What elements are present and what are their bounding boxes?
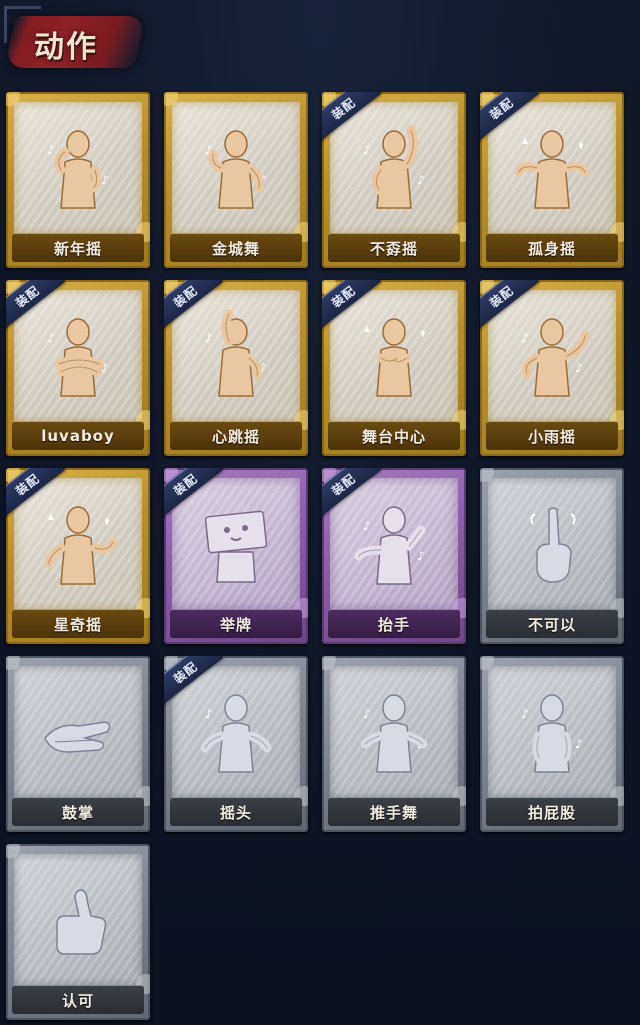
thumbs-up-icon <box>35 866 121 970</box>
emote-card[interactable]: ♪ ♪ 金城舞 <box>164 92 308 268</box>
emote-card[interactable]: 鼓掌 <box>6 656 150 832</box>
figure-dance-icon: ♪ ♪ <box>193 114 279 218</box>
emote-card[interactable]: ♪ ♪ luvaboy 装配 <box>6 280 150 456</box>
svg-text:♪: ♪ <box>521 707 529 721</box>
svg-text:♪: ♪ <box>363 519 371 533</box>
card-label-bar: 鼓掌 <box>12 797 144 826</box>
card-label-bar: 金城舞 <box>170 233 302 262</box>
card-label-bar: 举牌 <box>170 609 302 638</box>
emote-card[interactable]: ♪ ♪ 拍屁股 <box>480 656 624 832</box>
figure-hold-sign-icon <box>193 490 279 594</box>
emote-name: 新年摇 <box>53 239 102 258</box>
emote-name: luvaboy <box>41 427 115 445</box>
clapping-hands-icon <box>35 678 121 782</box>
emote-name: 舞台中心 <box>361 427 426 446</box>
svg-text:♪: ♪ <box>575 737 583 751</box>
card-label-bar: 推手舞 <box>328 797 460 826</box>
svg-text:♪: ♪ <box>417 549 425 563</box>
svg-text:♪: ♪ <box>205 331 213 345</box>
figure-reach-icon: ♪ ♪ <box>351 490 437 594</box>
card-label-bar: 摇头 <box>170 797 302 826</box>
svg-text:♪: ♪ <box>363 143 371 157</box>
figure-wave-icon: ♪ ♪ <box>35 114 121 218</box>
card-label-bar: luvaboy <box>12 421 144 450</box>
figure-cross-arms-icon: ♪ ♪ <box>35 302 121 406</box>
figure-sway-icon: ♪ ♪ <box>509 302 595 406</box>
figure-push-hands-icon: ♪ ♪ <box>351 678 437 782</box>
emote-name: 心跳摇 <box>211 427 260 446</box>
emote-name: 不可以 <box>527 615 576 634</box>
svg-text:♪: ♪ <box>101 173 109 187</box>
svg-text:♪: ♪ <box>417 173 425 187</box>
figure-shake-head-icon: ♪ ♪ <box>193 678 279 782</box>
emote-name: 举牌 <box>219 615 252 634</box>
emote-name: 星奇摇 <box>53 615 102 634</box>
emote-name: 鼓掌 <box>61 803 94 822</box>
card-label-bar: 不孬摇 <box>328 233 460 262</box>
card-label-bar: 不可以 <box>486 609 618 638</box>
emote-name: 金城舞 <box>211 239 260 258</box>
emote-name: 抬手 <box>377 615 410 634</box>
card-label-bar: 抬手 <box>328 609 460 638</box>
card-label-bar: 新年摇 <box>12 233 144 262</box>
emote-card[interactable]: ♪ ♪ 不孬摇 装配 <box>322 92 466 268</box>
emote-name: 摇头 <box>219 803 252 822</box>
card-label-bar: 星奇摇 <box>12 609 144 638</box>
page-title: 动作 <box>34 30 98 65</box>
figure-point-up-icon: ♪ ♪ <box>351 114 437 218</box>
card-label-bar: 心跳摇 <box>170 421 302 450</box>
figure-arms-out-icon <box>509 114 595 218</box>
finger-wag-icon <box>509 490 595 594</box>
emote-name: 孤身摇 <box>527 239 576 258</box>
emote-card[interactable]: 举牌 装配 <box>164 468 308 644</box>
emote-card[interactable]: 星奇摇 装配 <box>6 468 150 644</box>
card-label-bar: 孤身摇 <box>486 233 618 262</box>
emote-name: 推手舞 <box>369 803 418 822</box>
svg-text:♪: ♪ <box>575 361 583 375</box>
card-label-bar: 拍屁股 <box>486 797 618 826</box>
card-label-bar: 小雨摇 <box>486 421 618 450</box>
section-header: 动作 <box>4 6 164 80</box>
emote-card[interactable]: ♪ ♪ 新年摇 <box>6 92 150 268</box>
emote-card[interactable]: ♪ ♪ 心跳摇 装配 <box>164 280 308 456</box>
emote-card[interactable]: ♪ ♪ 摇头 装配 <box>164 656 308 832</box>
figure-slap-icon: ♪ ♪ <box>509 678 595 782</box>
emote-card[interactable]: ♪ ♪ 推手舞 <box>322 656 466 832</box>
emote-card[interactable]: ♪ ♪ 小雨摇 装配 <box>480 280 624 456</box>
figure-star-icon <box>35 490 121 594</box>
emote-page: 动作 ♪ ♪ 新年摇 ♪ ♪ 金城舞 ♪ ♪ 不孬摇 装配 孤身摇 装配 ♪ ♪ luvab… <box>0 0 640 1025</box>
emote-name: 不孬摇 <box>369 239 418 258</box>
emote-card[interactable]: 孤身摇 装配 <box>480 92 624 268</box>
svg-text:♪: ♪ <box>47 143 55 157</box>
emote-name: 小雨摇 <box>527 427 576 446</box>
svg-text:♪: ♪ <box>47 331 55 345</box>
figure-hands-chest-icon <box>351 302 437 406</box>
card-label-bar: 舞台中心 <box>328 421 460 450</box>
emote-name: 认可 <box>61 991 94 1010</box>
emote-name: 拍屁股 <box>527 803 576 822</box>
card-label-bar: 认可 <box>12 985 144 1014</box>
svg-text:♪: ♪ <box>363 707 371 721</box>
emote-card[interactable]: 舞台中心 装配 <box>322 280 466 456</box>
svg-text:♪: ♪ <box>521 331 529 345</box>
svg-text:♪: ♪ <box>205 707 213 721</box>
emote-card[interactable]: 认可 <box>6 844 150 1020</box>
emote-card[interactable]: 不可以 <box>480 468 624 644</box>
figure-raise-hand-icon: ♪ ♪ <box>193 302 279 406</box>
emote-card[interactable]: ♪ ♪ 抬手 装配 <box>322 468 466 644</box>
